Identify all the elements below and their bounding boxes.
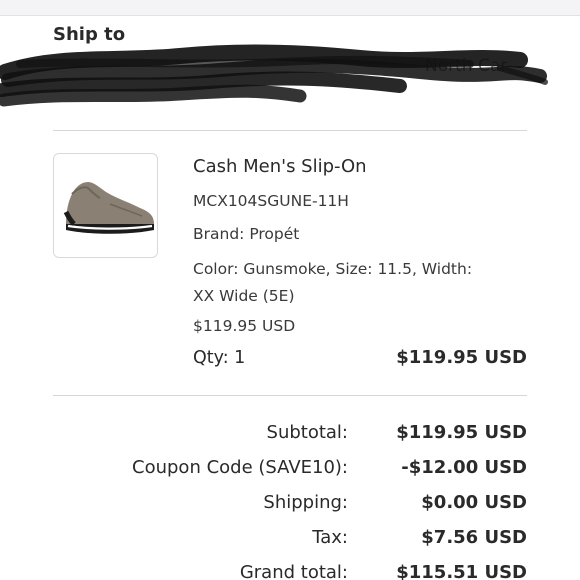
product-unit-price: $119.95 USD [193, 317, 296, 335]
summary-value: $115.51 USD [396, 562, 527, 580]
summary-label: Subtotal: [266, 422, 348, 443]
summary-label: Coupon Code (SAVE10): [132, 457, 348, 478]
divider-summary [53, 395, 527, 396]
summary-value: $0.00 USD [421, 492, 527, 513]
summary-label: Tax: [312, 527, 348, 548]
order-summary-page: Ship to North Car- Cash Men's Slip-On MC… [0, 0, 580, 580]
product-line-total: $119.95 USD [396, 347, 527, 368]
product-qty: Qty: 1 [193, 348, 246, 368]
product-brand: Brand: Propét [193, 225, 300, 243]
summary-row-shipping: Shipping: $0.00 USD [0, 492, 580, 522]
summary-row-coupon: Coupon Code (SAVE10): -$12.00 USD [0, 457, 580, 487]
product-options: Color: Gunsmoke, Size: 11.5, Width: XX W… [193, 260, 473, 305]
product-name[interactable]: Cash Men's Slip-On [193, 156, 367, 177]
top-bar [0, 0, 580, 16]
redaction-scribble [0, 44, 548, 107]
shipping-address-redacted: North Car- [0, 42, 580, 122]
summary-row-grand-total: Grand total: $115.51 USD [0, 562, 580, 580]
product-sku: MCX104SGUNE-11H [193, 192, 349, 210]
product-image[interactable] [53, 153, 158, 258]
summary-value: -$12.00 USD [401, 457, 527, 478]
summary-row-subtotal: Subtotal: $119.95 USD [0, 422, 580, 452]
divider-top [53, 130, 527, 131]
summary-value: $7.56 USD [421, 527, 527, 548]
summary-label: Grand total: [239, 562, 348, 580]
summary-value: $119.95 USD [396, 422, 527, 443]
summary-row-tax: Tax: $7.56 USD [0, 527, 580, 557]
summary-label: Shipping: [263, 492, 348, 513]
shoe-icon [63, 182, 154, 234]
